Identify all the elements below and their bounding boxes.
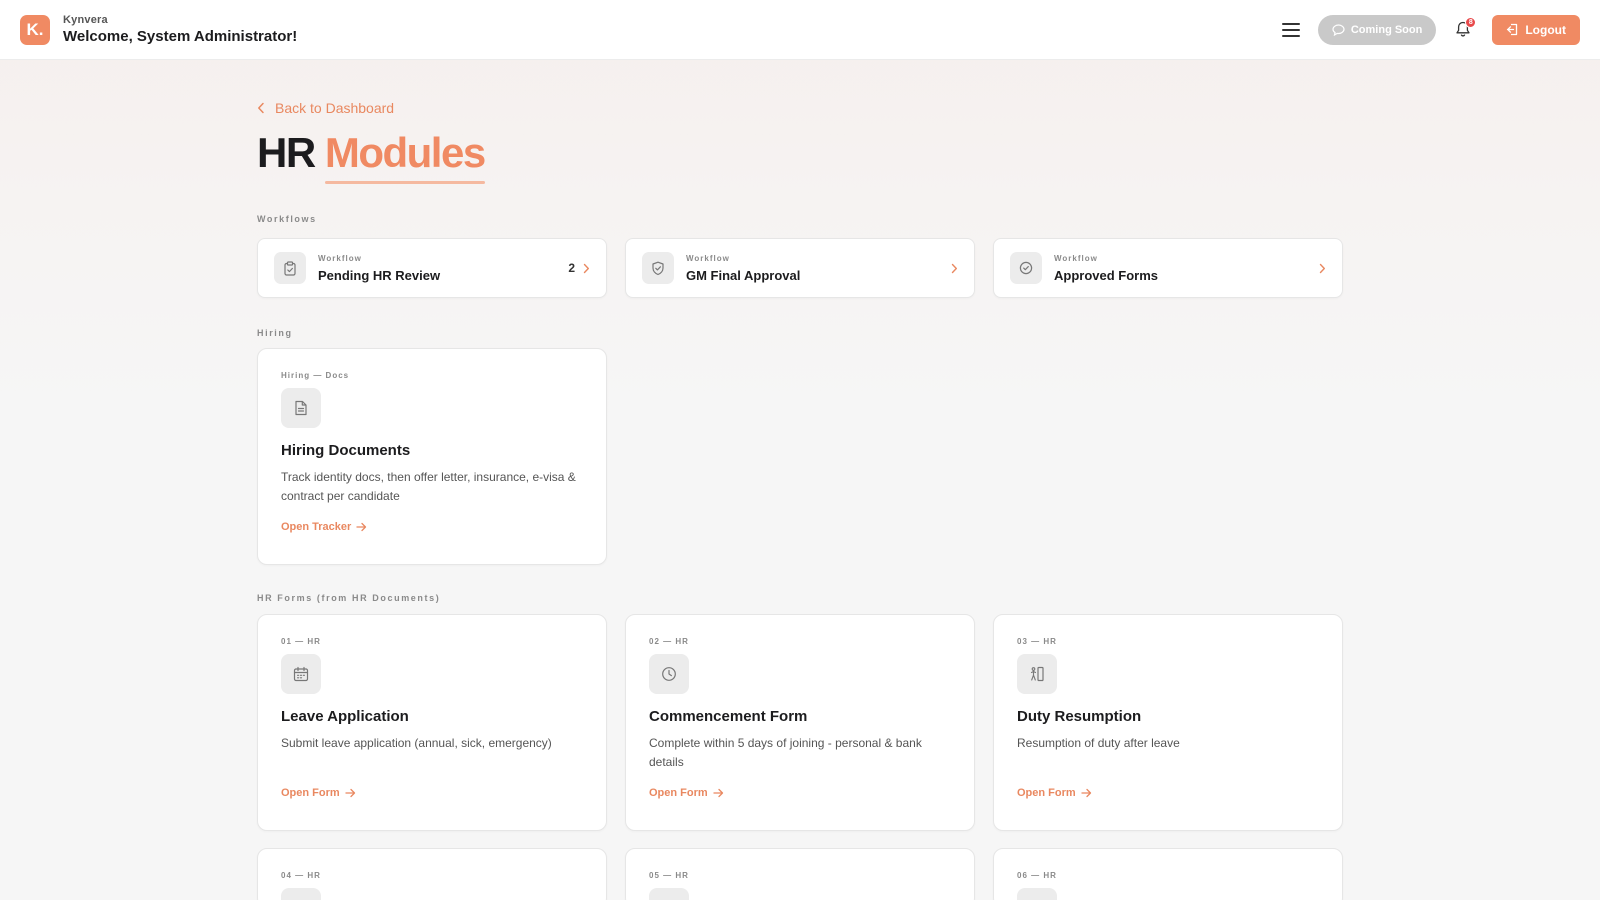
module-card-form-04[interactable]: 04 — HR xyxy=(257,848,607,900)
workflow-title: Approved Forms xyxy=(1054,267,1159,283)
notification-badge: 8 xyxy=(1465,16,1477,28)
clipboard-icon xyxy=(284,260,296,276)
arrow-right-icon xyxy=(356,522,367,532)
kynvera-logo[interactable]: K. xyxy=(20,14,50,45)
module-kicker: 05 — HR xyxy=(649,871,689,880)
page-title-modules: Modules xyxy=(324,129,486,185)
top-bar: K. Kynvera Welcome, System Administrator… xyxy=(0,0,1600,60)
module-kicker: 02 — HR xyxy=(649,637,689,646)
open-form-label: Open Form xyxy=(649,787,708,799)
module-icon-box xyxy=(281,888,321,900)
shield-check-icon xyxy=(652,261,664,275)
workflow-text: Workflow GM Final Approval xyxy=(686,254,800,283)
module-card-form-06[interactable]: 06 — HR xyxy=(993,848,1343,900)
workflow-icon-box xyxy=(642,252,674,284)
module-title: Duty Resumption xyxy=(1017,708,1142,725)
module-description: Complete within 5 days of joining - pers… xyxy=(649,736,922,769)
module-card-leave-application[interactable]: 01 — HR Leave Application Submit leave a… xyxy=(257,614,607,831)
chevron-left-icon xyxy=(258,102,264,114)
workflow-title: GM Final Approval xyxy=(686,267,801,283)
workflow-card-pending-hr-review[interactable]: Workflow Pending HR Review 2 xyxy=(257,238,607,298)
hamburger-icon xyxy=(1281,22,1300,37)
arrow-right-icon xyxy=(713,788,723,798)
workflow-icon-box xyxy=(1010,252,1042,284)
module-icon-box xyxy=(281,654,321,694)
module-card-hiring-documents[interactable]: Hiring — Docs Hiring Documents Track ide… xyxy=(257,348,607,565)
arrow-right-icon xyxy=(345,788,355,798)
module-title: Leave Application xyxy=(281,708,409,725)
coming-soon-button[interactable]: Coming Soon xyxy=(1317,14,1437,45)
brand-name: Kynvera xyxy=(63,14,108,26)
module-kicker: 03 — HR xyxy=(1017,637,1057,646)
workflow-count: 2 xyxy=(568,261,575,275)
module-kicker: 06 — HR xyxy=(1017,871,1057,880)
module-icon-box xyxy=(281,388,321,428)
chat-bubble-icon xyxy=(1332,23,1345,36)
check-circle-icon xyxy=(1019,261,1033,275)
chevron-right-icon xyxy=(951,263,957,273)
logout-icon xyxy=(1507,23,1518,36)
module-icon-box xyxy=(649,888,689,900)
brand-block: Kynvera Welcome, System Administrator! xyxy=(63,14,297,45)
workflow-text: Workflow Approved Forms xyxy=(1054,254,1158,283)
chevron-right-icon xyxy=(583,263,589,273)
workflow-right: 2 xyxy=(568,261,590,275)
module-icon-box xyxy=(649,654,689,694)
workflow-text: Workflow Pending HR Review xyxy=(318,254,440,283)
workflow-right xyxy=(951,263,958,274)
open-form-link[interactable]: Open Form xyxy=(1017,787,1319,799)
section-label-workflows: Workflows xyxy=(257,214,317,224)
back-label: Back to Dashboard xyxy=(275,100,395,116)
calendar-icon xyxy=(293,666,309,682)
chevron-right-icon xyxy=(1319,263,1325,273)
arrow-right-icon xyxy=(1081,788,1091,798)
module-card-form-05[interactable]: 05 — HR xyxy=(625,848,975,900)
welcome-message: Welcome, System Administrator! xyxy=(63,28,298,45)
module-kicker: Hiring — Docs xyxy=(281,371,350,380)
workflow-icon-box xyxy=(274,252,306,284)
module-icon-box xyxy=(1017,888,1057,900)
workflow-card-approved-forms[interactable]: Workflow Approved Forms xyxy=(993,238,1343,298)
open-form-link[interactable]: Open Form xyxy=(649,787,951,799)
open-form-link[interactable]: Open Form xyxy=(281,787,583,799)
workflow-kicker: Workflow xyxy=(318,253,362,263)
module-description: Track identity docs, then offer letter, … xyxy=(281,470,576,503)
open-tracker-link[interactable]: Open Tracker xyxy=(281,521,583,533)
module-card-commencement-form[interactable]: 02 — HR Commencement Form Complete withi… xyxy=(625,614,975,831)
module-title: Hiring Documents xyxy=(281,442,411,459)
notifications-button[interactable]: 8 xyxy=(1450,16,1477,43)
workflow-kicker: Workflow xyxy=(1054,253,1098,263)
open-form-label: Open Form xyxy=(1017,787,1076,799)
open-tracker-label: Open Tracker xyxy=(281,521,352,533)
person-door-icon xyxy=(1030,666,1044,682)
section-label-hiring: Hiring xyxy=(257,328,293,338)
clock-icon xyxy=(662,667,676,681)
document-icon xyxy=(295,400,307,416)
module-kicker: 04 — HR xyxy=(281,871,321,880)
workflow-kicker: Workflow xyxy=(686,253,730,263)
module-card-duty-resumption[interactable]: 03 — HR Duty Resumption Resumption of du… xyxy=(993,614,1343,831)
hamburger-menu-button[interactable] xyxy=(1278,17,1304,43)
coming-soon-label: Coming Soon xyxy=(1350,23,1423,36)
header-actions: Coming Soon 8 Logout xyxy=(1278,14,1580,45)
section-label-hr-forms: HR Forms (from HR Documents) xyxy=(257,593,441,603)
module-icon-box xyxy=(1017,654,1057,694)
page-title: HR Modules xyxy=(257,129,486,185)
back-to-dashboard-link[interactable]: Back to Dashboard xyxy=(257,100,394,116)
module-description: Resumption of duty after leave xyxy=(1017,736,1180,750)
logout-label: Logout xyxy=(1525,22,1566,37)
module-kicker: 01 — HR xyxy=(281,637,321,646)
workflow-title: Pending HR Review xyxy=(318,267,441,283)
module-title: Commencement Form xyxy=(649,708,808,725)
workflow-right xyxy=(1319,263,1326,274)
open-form-label: Open Form xyxy=(281,787,340,799)
page-title-hr: HR xyxy=(257,129,316,176)
module-description: Submit leave application (annual, sick, … xyxy=(281,736,552,750)
workflow-card-gm-final-approval[interactable]: Workflow GM Final Approval xyxy=(625,238,975,298)
logout-button[interactable]: Logout xyxy=(1492,14,1580,45)
